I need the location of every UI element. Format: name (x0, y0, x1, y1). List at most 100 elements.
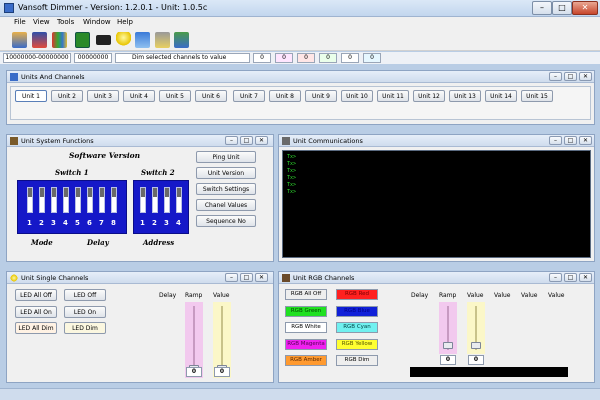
dip2-switch[interactable] (152, 187, 158, 213)
units-panel-close-button[interactable]: ✕ (579, 72, 592, 81)
dip2-switch[interactable] (164, 187, 170, 213)
close-button[interactable]: ✕ (572, 1, 598, 15)
dip1-switch[interactable] (63, 187, 69, 213)
comms-panel-close-button[interactable]: ✕ (579, 136, 592, 145)
maximize-button[interactable]: □ (552, 1, 572, 15)
dip1-switch[interactable] (51, 187, 57, 213)
system-panel-restore-button[interactable]: □ (240, 136, 253, 145)
rgb-panel-minimize-button[interactable]: – (549, 273, 562, 282)
network-icon[interactable] (174, 32, 189, 48)
unit-12-button[interactable]: Unit 12 (413, 90, 445, 102)
lightbulb-icon[interactable] (116, 32, 131, 48)
led-all-dim-button[interactable]: LED All Dim (15, 322, 57, 334)
rgb-amber-button[interactable]: RGB Amber (285, 355, 327, 366)
dip-knob (28, 188, 32, 197)
dip1-switch[interactable] (27, 187, 33, 213)
books-icon[interactable] (52, 32, 67, 48)
dip1-switch[interactable] (39, 187, 45, 213)
dip-knob (88, 188, 92, 197)
log-line: Tx> (287, 182, 297, 188)
system-panel-close-button[interactable]: ✕ (255, 136, 268, 145)
rgb-white-button[interactable]: RGB White (285, 322, 327, 333)
unit-14-button[interactable]: Unit 14 (485, 90, 517, 102)
system-panel-minimize-button[interactable]: – (225, 136, 238, 145)
menu-window[interactable]: Window (83, 18, 111, 26)
menu-help[interactable]: Help (117, 18, 133, 26)
single-panel-minimize-button[interactable]: – (225, 273, 238, 282)
rgb-all-off-button[interactable]: RGB All Off (285, 289, 327, 300)
unit-7-button[interactable]: Unit 7 (233, 90, 265, 102)
chip-icon[interactable] (75, 32, 90, 48)
led-all-on-button[interactable]: LED All On (15, 306, 57, 318)
unit-3-button[interactable]: Unit 3 (87, 90, 119, 102)
lamp-icon[interactable] (155, 32, 170, 48)
unit-13-button[interactable]: Unit 13 (449, 90, 481, 102)
minimize-button[interactable]: – (532, 1, 552, 15)
comms-log[interactable]: Tx> Tx> Tx> Tx> Tx> Tx> (282, 150, 591, 258)
unit-15-button[interactable]: Unit 15 (521, 90, 553, 102)
house-icon[interactable] (32, 32, 47, 48)
menu-tools[interactable]: Tools (57, 18, 74, 26)
rgb-red-button[interactable]: RGB Red (336, 289, 378, 300)
menu-view[interactable]: View (33, 18, 50, 26)
address-label: Address (143, 238, 175, 247)
rgb-yellow-button[interactable]: RGB Yellow (336, 339, 378, 350)
sequence-no-button[interactable]: Sequence No (196, 215, 256, 227)
unit-6-button[interactable]: Unit 6 (195, 90, 227, 102)
single-panel-close-button[interactable]: ✕ (255, 273, 268, 282)
rgb-ramp-thumb[interactable] (443, 342, 453, 349)
switch-2-label: Switch 2 (141, 168, 175, 177)
value-value-field[interactable]: 0 (214, 367, 230, 377)
unit-8-button[interactable]: Unit 8 (269, 90, 301, 102)
dip1-number: 4 (63, 219, 68, 227)
rgb-value-value-field[interactable]: 0 (468, 355, 484, 365)
rgb-value-slider[interactable] (467, 302, 485, 354)
led-dim-button[interactable]: LED Dim (64, 322, 106, 334)
building-icon[interactable] (12, 32, 27, 48)
dip1-switch[interactable] (99, 187, 105, 213)
single-panel-restore-button[interactable]: □ (240, 273, 253, 282)
swap-arrows-icon[interactable] (135, 32, 150, 48)
chanel-values-button[interactable]: Chanel Values (196, 199, 256, 211)
rgb-magenta-button[interactable]: RGB Magenta (285, 339, 327, 350)
units-panel-minimize-button[interactable]: – (549, 72, 562, 81)
rgb-ramp-slider[interactable] (439, 302, 457, 354)
dip2-switch[interactable] (140, 187, 146, 213)
dip1-number: 7 (99, 219, 104, 227)
unit-9-button[interactable]: Unit 9 (305, 90, 337, 102)
led-on-button[interactable]: LED On (64, 306, 106, 318)
rgb-dim-button[interactable]: RGB Dim (336, 355, 378, 366)
dip2-switch[interactable] (176, 187, 182, 213)
comms-panel-minimize-button[interactable]: – (549, 136, 562, 145)
module-icon[interactable] (96, 35, 111, 45)
unit-5-button[interactable]: Unit 5 (159, 90, 191, 102)
comms-panel-restore-button[interactable]: □ (564, 136, 577, 145)
dip1-switch[interactable] (75, 187, 81, 213)
unit-version-button[interactable]: Unit Version (196, 167, 256, 179)
menu-file[interactable]: File (14, 18, 26, 26)
rgb-blue-button[interactable]: RGB Blue (336, 306, 378, 317)
rgb-panel-restore-button[interactable]: □ (564, 273, 577, 282)
rgb-ramp-value-field[interactable]: 0 (440, 355, 456, 365)
log-line: Tx> (287, 175, 297, 181)
unit-10-button[interactable]: Unit 10 (341, 90, 373, 102)
unit-11-button[interactable]: Unit 11 (377, 90, 409, 102)
unit-4-button[interactable]: Unit 4 (123, 90, 155, 102)
rgb-value-thumb[interactable] (471, 342, 481, 349)
rgb-cyan-button[interactable]: RGB Cyan (336, 322, 378, 333)
ramp-value-field[interactable]: 0 (186, 367, 202, 377)
menu-bar: File View Tools Window Help (0, 17, 600, 29)
units-panel-restore-button[interactable]: □ (564, 72, 577, 81)
rgb-panel-titlebar: Unit RGB Channels – □ ✕ (279, 272, 594, 284)
dip1-switch[interactable] (111, 187, 117, 213)
dip-knob (153, 188, 157, 197)
unit-1-button[interactable]: Unit 1 (15, 90, 47, 102)
switch-settings-button[interactable]: Switch Settings (196, 183, 256, 195)
ping-unit-button[interactable]: Ping Unit (196, 151, 256, 163)
led-all-off-button[interactable]: LED All Off (15, 289, 57, 301)
unit-2-button[interactable]: Unit 2 (51, 90, 83, 102)
led-off-button[interactable]: LED Off (64, 289, 106, 301)
rgb-panel-close-button[interactable]: ✕ (579, 273, 592, 282)
dip1-switch[interactable] (87, 187, 93, 213)
rgb-green-button[interactable]: RGB Green (285, 306, 327, 317)
